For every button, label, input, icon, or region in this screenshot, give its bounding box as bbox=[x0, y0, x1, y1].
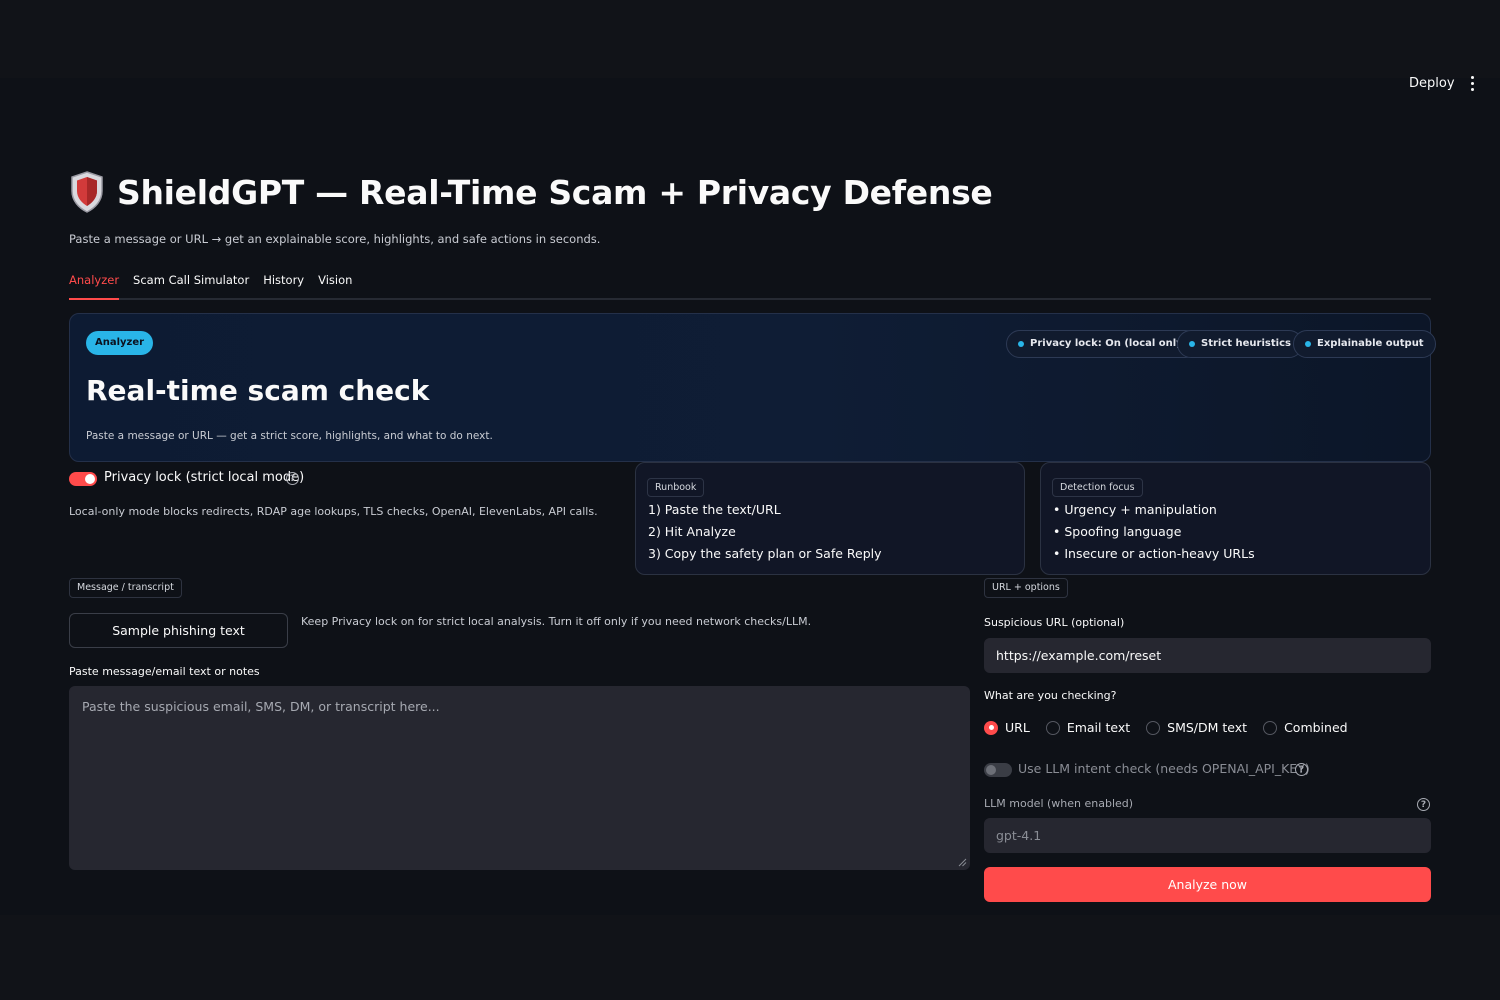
hero-subtitle: Paste a message or URL — get a strict sc… bbox=[86, 430, 493, 442]
radio-empty-icon bbox=[1146, 720, 1161, 735]
suspicious-url-input[interactable] bbox=[984, 638, 1431, 673]
runbook-step: 2) Hit Analyze bbox=[648, 524, 736, 539]
privacy-hint: Keep Privacy lock on for strict local an… bbox=[301, 615, 812, 628]
runbook-tag: Runbook bbox=[647, 478, 705, 497]
status-dot-icon bbox=[1018, 341, 1024, 347]
radio-label: URL bbox=[1005, 720, 1030, 735]
radio-label: SMS/DM text bbox=[1167, 720, 1248, 735]
analyzer-badge: Analyzer bbox=[86, 331, 154, 355]
privacy-note: Local-only mode blocks redirects, RDAP a… bbox=[69, 505, 598, 518]
llm-intent-toggle[interactable] bbox=[984, 763, 1012, 777]
radio-email-text[interactable]: Email text bbox=[1045, 720, 1131, 735]
footer-band bbox=[0, 915, 1500, 1000]
page-subtitle: Paste a message or URL → get an explaina… bbox=[69, 232, 601, 246]
detection-item: • Urgency + manipulation bbox=[1053, 502, 1217, 517]
radio-empty-icon bbox=[1045, 720, 1060, 735]
status-dot-icon bbox=[1305, 341, 1311, 347]
help-circle-icon[interactable]: ? bbox=[286, 472, 299, 485]
tab-history[interactable]: History bbox=[263, 266, 304, 300]
url-input-label: Suspicious URL (optional) bbox=[984, 616, 1125, 629]
message-textarea-label: Paste message/email text or notes bbox=[69, 665, 260, 678]
detection-item: • Spoofing language bbox=[1053, 524, 1182, 539]
llm-toggle-label: Use LLM intent check (needs OPENAI_API_K… bbox=[1018, 761, 1310, 776]
status-dot-icon bbox=[1189, 341, 1195, 347]
runbook-step: 3) Copy the safety plan or Safe Reply bbox=[648, 546, 882, 561]
checking-label: What are you checking? bbox=[984, 689, 1117, 702]
chip-label: Explainable output bbox=[1317, 338, 1424, 349]
chip-privacy-lock: Privacy lock: On (local only) bbox=[1006, 330, 1200, 358]
message-textarea[interactable] bbox=[69, 686, 970, 870]
chip-explainable-output: Explainable output bbox=[1293, 330, 1436, 358]
tab-scam-call-simulator[interactable]: Scam Call Simulator bbox=[133, 266, 249, 300]
radio-url[interactable]: URL bbox=[984, 720, 1030, 735]
page-title: ShieldGPT — Real-Time Scam + Privacy Def… bbox=[117, 172, 993, 212]
sample-phishing-button[interactable]: Sample phishing text bbox=[69, 613, 288, 648]
privacy-lock-label: Privacy lock (strict local mode) bbox=[104, 470, 305, 485]
privacy-lock-toggle[interactable] bbox=[69, 472, 97, 486]
detection-focus-tag: Detection focus bbox=[1052, 478, 1143, 497]
chip-label: Privacy lock: On (local only) bbox=[1030, 338, 1188, 349]
llm-model-input[interactable] bbox=[984, 818, 1431, 853]
shield-icon bbox=[71, 171, 103, 213]
tab-analyzer[interactable]: Analyzer bbox=[69, 266, 120, 300]
analyze-button[interactable]: Analyze now bbox=[984, 867, 1431, 902]
checking-radio-group: URL Email text SMS/DM text Combined bbox=[984, 720, 1348, 735]
page-title-row: ShieldGPT — Real-Time Scam + Privacy Def… bbox=[69, 170, 993, 214]
resize-handle-icon[interactable] bbox=[958, 858, 967, 867]
radio-label: Email text bbox=[1066, 720, 1131, 735]
radio-selected-icon bbox=[984, 720, 998, 735]
help-circle-icon[interactable]: ? bbox=[1417, 798, 1430, 811]
url-options-tag: URL + options bbox=[984, 578, 1068, 598]
chip-strict-heuristics: Strict heuristics bbox=[1177, 330, 1303, 358]
hero-panel: Analyzer Real-time scam check Paste a me… bbox=[69, 313, 1436, 462]
detection-focus-card: Detection focus • Urgency + manipulation… bbox=[1040, 462, 1431, 575]
hero-title: Real-time scam check bbox=[86, 374, 430, 407]
runbook-step: 1) Paste the text/URL bbox=[648, 502, 781, 517]
help-circle-icon[interactable]: ? bbox=[1295, 763, 1308, 776]
kebab-menu-icon[interactable] bbox=[1466, 73, 1478, 93]
detection-item: • Insecure or action-heavy URLs bbox=[1053, 546, 1255, 561]
model-label: LLM model (when enabled) bbox=[984, 797, 1134, 810]
tab-bar: Analyzer Scam Call Simulator History Vis… bbox=[69, 266, 1431, 300]
radio-label: Combined bbox=[1284, 720, 1348, 735]
message-section-tag: Message / transcript bbox=[69, 578, 182, 598]
deploy-button[interactable]: Deploy bbox=[1403, 72, 1461, 94]
runbook-card: Runbook 1) Paste the text/URL 2) Hit Ana… bbox=[635, 462, 1025, 575]
radio-sms-dm-text[interactable]: SMS/DM text bbox=[1146, 720, 1247, 735]
chip-label: Strict heuristics bbox=[1201, 338, 1291, 349]
app-header-band bbox=[0, 0, 1500, 78]
tab-vision[interactable]: Vision bbox=[318, 266, 352, 300]
radio-empty-icon bbox=[1263, 720, 1278, 735]
radio-combined[interactable]: Combined bbox=[1263, 720, 1348, 735]
